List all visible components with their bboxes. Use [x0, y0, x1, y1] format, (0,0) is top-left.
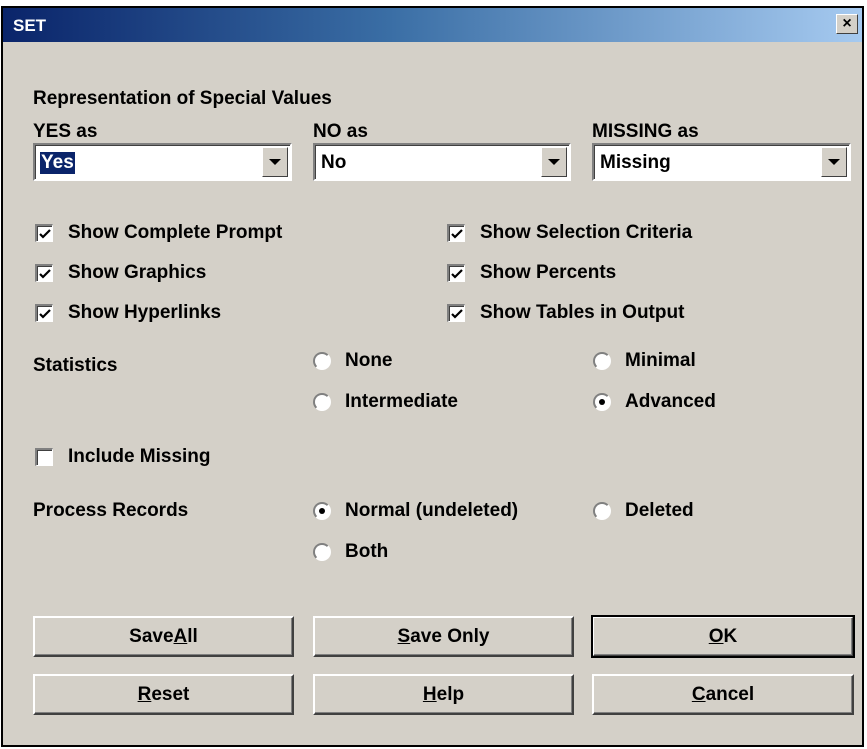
checkmark-icon	[451, 229, 463, 239]
close-button[interactable]: ×	[836, 14, 858, 34]
missing-as-label: MISSING as	[592, 121, 699, 142]
statistics-minimal-label[interactable]: Minimal	[625, 350, 696, 372]
include-missing-checkbox[interactable]	[35, 448, 53, 466]
chevron-down-icon	[828, 159, 840, 165]
process-both-radio[interactable]	[313, 543, 331, 561]
statistics-minimal-radio[interactable]	[593, 352, 611, 370]
save-all-access-key: A	[173, 625, 188, 647]
yes-as-value: Yes	[40, 152, 75, 174]
show-percents-label[interactable]: Show Percents	[480, 262, 616, 284]
show-selection-criteria-label[interactable]: Show Selection Criteria	[480, 222, 692, 244]
process-normal-radio[interactable]	[313, 502, 331, 520]
save-only-access-key: S	[397, 625, 411, 647]
cancel-button[interactable]: Cancel	[592, 674, 854, 715]
save-only-label-post: ave Only	[410, 625, 490, 647]
help-button[interactable]: Help	[313, 674, 574, 715]
missing-as-value: Missing	[600, 152, 671, 173]
show-complete-prompt-label[interactable]: Show Complete Prompt	[68, 222, 282, 244]
no-as-select[interactable]: No	[313, 143, 571, 181]
checkmark-icon	[451, 309, 463, 319]
process-deleted-label[interactable]: Deleted	[625, 500, 694, 522]
show-tables-in-output-label[interactable]: Show Tables in Output	[480, 302, 684, 324]
statistics-advanced-radio[interactable]	[593, 393, 611, 411]
statistics-none-label[interactable]: None	[345, 350, 393, 372]
include-missing-label[interactable]: Include Missing	[68, 446, 211, 468]
reset-label-post: eset	[151, 683, 190, 705]
ok-access-key: O	[708, 625, 724, 647]
cancel-label-post: ancel	[705, 683, 755, 705]
window-title: SET	[13, 16, 47, 35]
chevron-down-icon	[269, 159, 281, 165]
show-percents-checkbox[interactable]	[447, 264, 465, 282]
missing-as-dropdown-button[interactable]	[821, 147, 847, 177]
reset-access-key: R	[137, 683, 152, 705]
ok-label-post: K	[723, 625, 738, 647]
checkmark-icon	[39, 269, 51, 279]
process-normal-label[interactable]: Normal (undeleted)	[345, 500, 518, 522]
process-deleted-radio[interactable]	[593, 502, 611, 520]
yes-as-dropdown-button[interactable]	[262, 147, 288, 177]
yes-as-select[interactable]: Yes	[33, 143, 292, 181]
checkmark-icon	[39, 309, 51, 319]
radio-selected-dot-icon	[319, 508, 325, 514]
show-tables-in-output-checkbox[interactable]	[447, 304, 465, 322]
statistics-intermediate-radio[interactable]	[313, 393, 331, 411]
cancel-access-key: C	[691, 683, 706, 705]
ok-button[interactable]: OK	[591, 615, 855, 658]
yes-as-label: YES as	[33, 121, 98, 142]
save-all-button[interactable]: Save All	[33, 616, 294, 657]
show-graphics-label[interactable]: Show Graphics	[68, 262, 206, 284]
show-selection-criteria-checkbox[interactable]	[447, 224, 465, 242]
help-label-post: elp	[436, 683, 465, 705]
statistics-advanced-label[interactable]: Advanced	[625, 391, 716, 413]
show-hyperlinks-checkbox[interactable]	[35, 304, 53, 322]
save-all-label-post: ll	[187, 625, 198, 647]
statistics-label: Statistics	[33, 355, 118, 376]
show-hyperlinks-label[interactable]: Show Hyperlinks	[68, 302, 221, 324]
missing-as-select[interactable]: Missing	[592, 143, 851, 181]
checkmark-icon	[39, 229, 51, 239]
save-all-label-pre: Save	[129, 625, 174, 647]
checkmark-icon	[451, 269, 463, 279]
help-access-key: H	[422, 683, 437, 705]
process-both-label[interactable]: Both	[345, 541, 388, 563]
no-as-value: No	[321, 152, 347, 173]
statistics-none-radio[interactable]	[313, 352, 331, 370]
reset-button[interactable]: Reset	[33, 674, 294, 715]
save-only-button[interactable]: Save Only	[313, 616, 574, 657]
no-as-dropdown-button[interactable]	[541, 147, 567, 177]
process-records-label: Process Records	[33, 500, 189, 521]
statistics-intermediate-label[interactable]: Intermediate	[345, 391, 458, 413]
radio-selected-dot-icon	[599, 399, 605, 405]
title-bar[interactable]: SET ×	[3, 8, 862, 42]
close-icon: ×	[842, 15, 852, 32]
show-complete-prompt-checkbox[interactable]	[35, 224, 53, 242]
chevron-down-icon	[548, 159, 560, 165]
set-dialog: SET × Representation of Special Values Y…	[1, 6, 864, 747]
no-as-label: NO as	[313, 121, 368, 142]
section-title: Representation of Special Values	[33, 88, 332, 109]
show-graphics-checkbox[interactable]	[35, 264, 53, 282]
